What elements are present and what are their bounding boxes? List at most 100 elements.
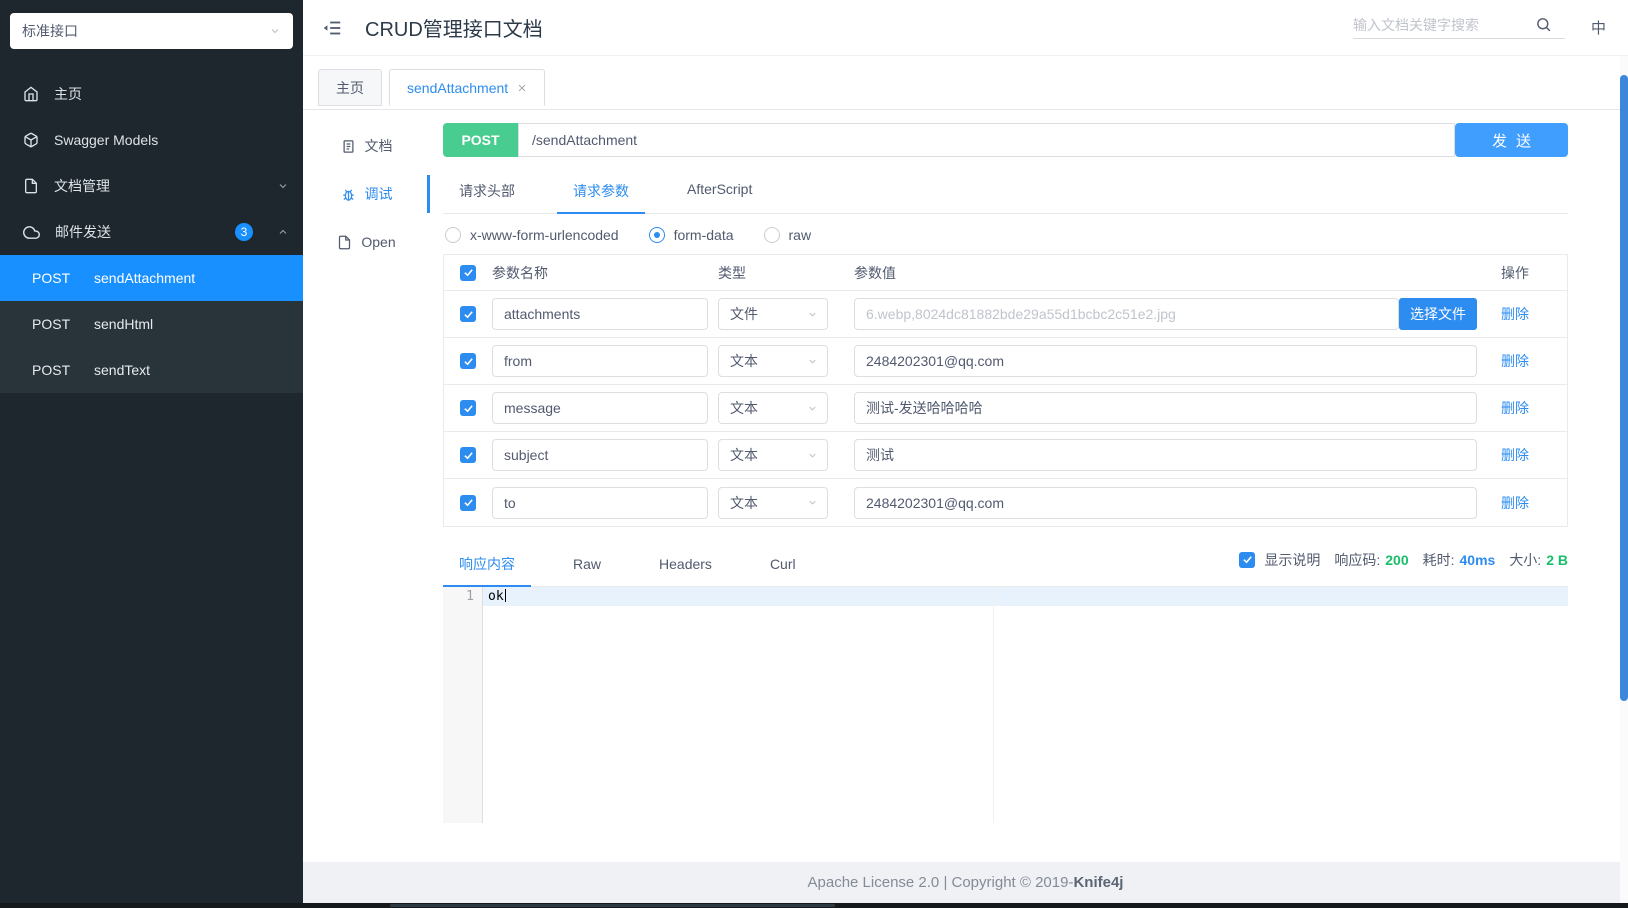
sidebar-sub-list: POST sendAttachment POST sendHtml POST s… [0, 255, 303, 393]
delete-link[interactable]: 删除 [1501, 495, 1529, 511]
delete-link[interactable]: 删除 [1501, 306, 1529, 322]
table-row: 文件 选择文件 删除 [444, 291, 1567, 338]
doc-nav-document[interactable]: 文档 [303, 122, 430, 170]
method-badge: POST [443, 123, 518, 157]
tab-home[interactable]: 主页 [318, 69, 382, 106]
doc-search [1352, 16, 1565, 39]
sidebar-item-sendhtml[interactable]: POST sendHtml [0, 301, 303, 347]
editor-gutter: 1 [443, 587, 483, 823]
request-tabs: 请求头部 请求参数 AfterScript [443, 168, 1568, 214]
line-number: 1 [466, 589, 474, 604]
param-value-input[interactable] [854, 298, 1399, 330]
select-value: 文本 [730, 494, 758, 511]
param-name-input[interactable] [492, 486, 708, 519]
radio-label: x-www-form-urlencoded [470, 227, 619, 243]
radio-x-www-form-urlencoded[interactable]: x-www-form-urlencoded [445, 227, 619, 243]
main-area: CRUD管理接口文档 中 主页 sendAttachment [303, 0, 1628, 903]
column-header: 参数名称 [492, 264, 548, 281]
chevron-down-icon [807, 403, 818, 414]
param-type-select[interactable]: 文本 [718, 392, 828, 424]
editor-content: ok [488, 589, 504, 604]
param-value-input[interactable] [854, 439, 1477, 471]
tab-curl[interactable]: Curl [754, 543, 812, 584]
cloud-icon [23, 224, 40, 241]
doc-nav-label: 文档 [364, 138, 393, 154]
column-header: 类型 [718, 264, 746, 281]
tab-label: 主页 [336, 79, 364, 96]
tab-bar: 主页 sendAttachment [303, 55, 1628, 110]
vertical-scrollbar-track[interactable] [1620, 56, 1628, 903]
sidebar-item-sendattachment[interactable]: POST sendAttachment [0, 255, 303, 301]
search-icon[interactable] [1535, 16, 1552, 33]
select-all-checkbox[interactable] [460, 264, 476, 281]
radio-form-data[interactable]: form-data [648, 227, 734, 243]
close-icon[interactable] [517, 83, 527, 93]
time-value: 40ms [1459, 551, 1496, 568]
chevron-down-icon [807, 450, 818, 461]
row-checkbox[interactable] [460, 306, 476, 322]
language-toggle[interactable]: 中 [1591, 17, 1606, 38]
sidebar-item-sendtext[interactable]: POST sendText [0, 347, 303, 393]
request-path-input[interactable] [519, 132, 1454, 148]
response-editor[interactable]: 1 ok [443, 587, 1568, 823]
choose-file-button[interactable]: 选择文件 [1399, 298, 1477, 330]
tab-headers[interactable]: Headers [643, 543, 728, 584]
sidebar-item-swagger-models[interactable]: Swagger Models [0, 117, 303, 163]
doc-nav-open[interactable]: Open [303, 218, 430, 266]
editor-code-area[interactable]: ok [483, 587, 1568, 823]
search-input[interactable] [1352, 16, 1535, 33]
param-name-input[interactable] [492, 298, 708, 330]
tab-raw[interactable]: Raw [557, 543, 617, 584]
doc-nav-debug[interactable]: 调试 [303, 170, 430, 218]
sidebar-item-home[interactable]: 主页 [0, 71, 303, 117]
horizontal-scrollbar-track[interactable] [0, 903, 1628, 908]
show-desc-checkbox[interactable] [1239, 551, 1256, 568]
tab-sendattachment[interactable]: sendAttachment [389, 69, 546, 106]
param-type-select[interactable]: 文本 [718, 345, 828, 377]
delete-link[interactable]: 删除 [1501, 447, 1529, 463]
status-code-value: 200 [1385, 551, 1409, 568]
vertical-scrollbar-thumb[interactable] [1620, 75, 1628, 701]
send-button[interactable]: 发送 [1455, 123, 1568, 157]
tab-request-params[interactable]: 请求参数 [557, 168, 645, 214]
tab-afterscript[interactable]: AfterScript [671, 168, 768, 213]
show-desc-label: 显示说明 [1264, 551, 1321, 568]
chevron-down-icon [807, 309, 818, 320]
sidebar-item-mail-send[interactable]: 邮件发送 3 [0, 209, 303, 255]
chevron-down-icon [269, 25, 281, 37]
doc-nav-label: 调试 [364, 186, 393, 202]
delete-link[interactable]: 删除 [1501, 353, 1529, 369]
radio-label: form-data [673, 227, 734, 243]
radio-raw[interactable]: raw [763, 227, 811, 243]
menu-fold-icon[interactable] [321, 17, 343, 39]
tab-request-headers[interactable]: 请求头部 [443, 168, 531, 213]
param-value-input[interactable] [854, 486, 1477, 519]
param-type-select[interactable]: 文本 [718, 486, 828, 519]
param-name-input[interactable] [492, 345, 708, 377]
param-table: 参数名称 类型 参数值 操作 文件 选择文件 删除 [443, 254, 1568, 527]
sidebar-item-doc-manage[interactable]: 文档管理 [0, 163, 303, 209]
row-checkbox[interactable] [460, 353, 476, 369]
row-checkbox[interactable] [460, 400, 476, 416]
api-group-select[interactable]: 标准接口 [10, 13, 293, 49]
doc-nav-label: Open [361, 234, 396, 250]
editor-ruler [992, 587, 994, 823]
param-type-select[interactable]: 文件 [718, 298, 828, 330]
param-name-input[interactable] [492, 392, 708, 424]
delete-link[interactable]: 删除 [1501, 400, 1529, 416]
editor-active-line: ok [483, 587, 1568, 606]
tab-response-content[interactable]: 响应内容 [443, 541, 531, 587]
param-value-input[interactable] [854, 345, 1477, 377]
row-checkbox[interactable] [460, 494, 476, 511]
horizontal-scrollbar-thumb[interactable] [390, 904, 835, 907]
api-group-select-value: 标准接口 [22, 23, 78, 39]
param-name-input[interactable] [492, 439, 708, 471]
table-row: 文本 删除 [444, 385, 1567, 432]
method-label: POST [32, 362, 71, 378]
param-value-input[interactable] [854, 392, 1477, 424]
method-label: POST [32, 270, 71, 286]
param-type-select[interactable]: 文本 [718, 439, 828, 471]
row-checkbox[interactable] [460, 447, 476, 463]
sidebar-item-label: 邮件发送 [55, 224, 111, 240]
sidebar: 标准接口 主页 Swagger Models 文档管理 邮件发送 3 POST … [0, 0, 303, 903]
